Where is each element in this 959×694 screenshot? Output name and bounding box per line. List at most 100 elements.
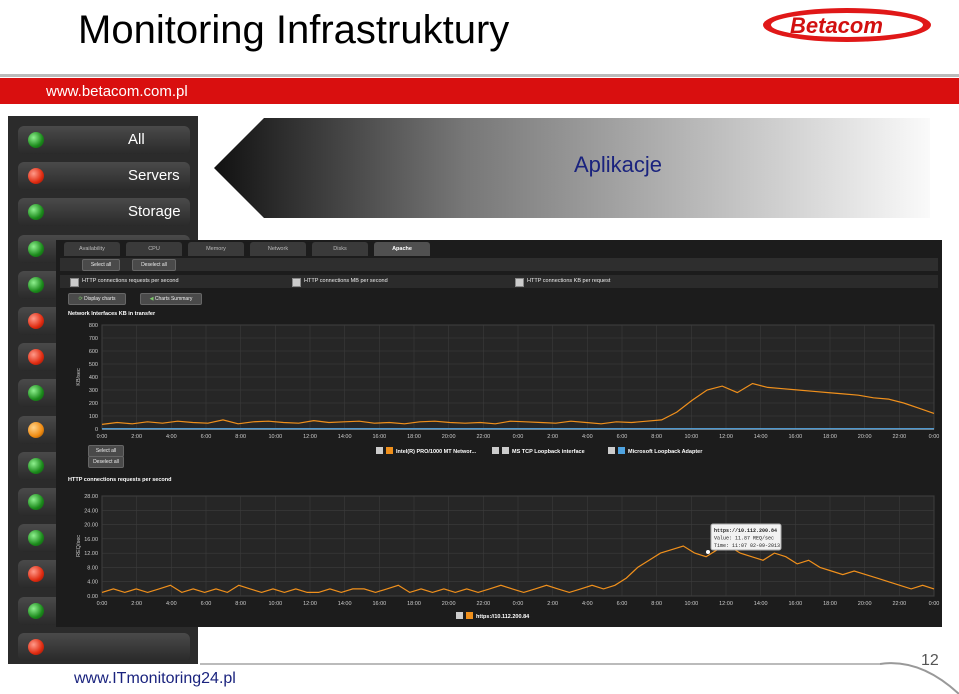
y-tick-label: 0	[95, 427, 98, 433]
x-tick-label: 22:00	[476, 601, 490, 607]
status-label: Storage	[128, 203, 181, 221]
x-tick-label: 8:00	[651, 601, 662, 607]
status-led-icon	[28, 638, 44, 655]
status-led-icon	[28, 385, 44, 402]
legend-checkbox	[492, 447, 499, 454]
y-tick-label: 100	[89, 414, 98, 420]
x-tick-label: 14:00	[754, 434, 768, 440]
y-tick-label: 700	[89, 336, 98, 342]
y-axis-label: KB/sec	[76, 368, 82, 386]
legend-swatch	[618, 447, 625, 454]
banner-title: Aplikacje	[574, 152, 663, 177]
x-tick-label: 6:00	[617, 601, 628, 607]
legend-swatch	[502, 447, 509, 454]
x-tick-label: 8:00	[235, 434, 246, 440]
x-tick-label: 10:00	[684, 601, 698, 607]
legend-checkbox	[456, 612, 463, 619]
y-tick-label: 28.00	[84, 494, 98, 500]
banner-shape	[214, 118, 930, 218]
x-tick-label: 12:00	[303, 601, 317, 607]
x-tick-label: 10:00	[684, 434, 698, 440]
x-tick-label: 14:00	[754, 601, 768, 607]
status-label: Servers	[128, 167, 180, 185]
x-tick-label: 18:00	[823, 601, 837, 607]
status-row[interactable]: Servers	[18, 162, 190, 191]
y-axis-label: REQ/sec	[76, 535, 82, 557]
page-number: 12	[921, 652, 939, 669]
status-led-icon	[28, 240, 44, 257]
x-tick-label: 6:00	[201, 601, 212, 607]
corner-decoration	[880, 662, 959, 694]
status-led-icon	[28, 349, 44, 366]
legend-label: https://10.112.200.84	[476, 614, 530, 620]
x-tick-label: 12:00	[719, 434, 733, 440]
legend-label: Intel(R) PRO/1000 MT Networ...	[396, 449, 477, 455]
x-tick-label: 16:00	[372, 601, 386, 607]
betacom-logo: Betacom	[763, 8, 931, 42]
y-tick-label: 12.00	[84, 551, 98, 557]
status-led-icon	[28, 457, 44, 474]
charts-canvas: 80070060050040030020010000:00 2:00 4:00 6:0…	[76, 323, 940, 620]
footer-url[interactable]: www.ITmonitoring24.pl	[74, 670, 236, 688]
status-led-icon	[28, 421, 44, 438]
status-row[interactable]: Storage	[18, 198, 190, 227]
x-tick-label: 20:00	[858, 434, 872, 440]
x-tick-label: 22:00	[892, 434, 906, 440]
legend-label: Microsoft Loopback Adapter	[628, 449, 703, 455]
x-tick-label: 0:00	[929, 434, 940, 440]
status-row[interactable]	[18, 632, 190, 661]
y-tick-label: 200	[89, 401, 98, 407]
y-tick-label: 24.00	[84, 508, 98, 514]
legend-swatch	[386, 447, 393, 454]
status-led-icon	[28, 168, 44, 185]
status-led-icon	[28, 602, 44, 619]
status-row[interactable]: All	[18, 126, 190, 154]
x-tick-label: 20:00	[442, 434, 456, 440]
y-tick-label: 20.00	[84, 523, 98, 529]
x-tick-label: 0:00	[929, 601, 940, 607]
x-tick-label: 14:00	[338, 434, 352, 440]
tooltip-point	[706, 550, 710, 554]
y-tick-label: 400	[89, 375, 98, 381]
x-tick-label: 8:00	[651, 434, 662, 440]
x-tick-label: 12:00	[719, 601, 733, 607]
header-divider	[0, 74, 959, 77]
x-tick-label: 4:00	[582, 601, 593, 607]
x-tick-label: 10:00	[268, 601, 282, 607]
tooltip-line: Value: 11.87 REQ/sec	[714, 536, 774, 542]
legend-label: MS TCP Loopback interface	[512, 449, 585, 455]
status-label: All	[128, 131, 145, 148]
y-tick-label: 500	[89, 362, 98, 368]
legend-checkbox	[608, 447, 615, 454]
y-tick-label: 800	[89, 323, 98, 329]
y-tick-label: 600	[89, 349, 98, 355]
x-tick-label: 16:00	[372, 434, 386, 440]
y-tick-label: 8.00	[87, 565, 98, 571]
x-tick-label: 0:00	[513, 601, 524, 607]
x-tick-label: 12:00	[303, 434, 317, 440]
legend-swatch	[466, 612, 473, 619]
x-tick-label: 0:00	[97, 434, 108, 440]
x-tick-label: 6:00	[201, 434, 212, 440]
x-tick-label: 20:00	[442, 601, 456, 607]
status-led-icon	[28, 204, 44, 221]
x-tick-label: 8:00	[235, 601, 246, 607]
x-tick-label: 18:00	[407, 601, 421, 607]
top-url[interactable]: www.betacom.com.pl	[46, 83, 188, 100]
tooltip-line: https://10.112.200.84	[714, 528, 777, 534]
x-tick-label: 4:00	[166, 601, 177, 607]
legend-checkbox	[376, 447, 383, 454]
x-tick-label: 18:00	[823, 434, 837, 440]
y-tick-label: 300	[89, 388, 98, 394]
x-tick-label: 10:00	[268, 434, 282, 440]
x-tick-label: 2:00	[131, 601, 142, 607]
status-led-icon	[28, 494, 44, 510]
monitoring-app: Availability CPU Memory Network Disks Apache …	[56, 240, 942, 627]
x-tick-label: 0:00	[97, 601, 108, 607]
svg-text:Betacom: Betacom	[790, 13, 883, 38]
status-led-icon	[28, 530, 44, 547]
x-tick-label: 16:00	[788, 601, 802, 607]
x-tick-label: 2:00	[131, 434, 142, 440]
tooltip-line: Time: 11:07 02-09-2013	[714, 543, 780, 549]
x-tick-label: 14:00	[338, 601, 352, 607]
